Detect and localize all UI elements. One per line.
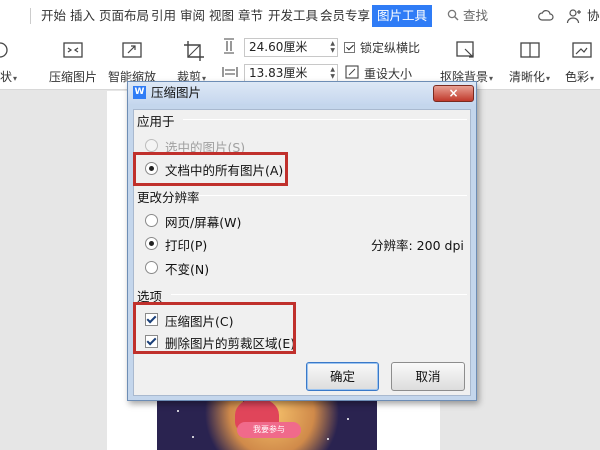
group-divider xyxy=(171,294,467,295)
sharpen-button[interactable]: 清晰化▾ xyxy=(509,68,550,85)
height-spinner[interactable]: ▲ ▼ xyxy=(330,40,335,54)
compress-picture-icon[interactable] xyxy=(62,40,84,60)
shape-icon[interactable] xyxy=(0,40,12,60)
dialog-close-button[interactable]: × xyxy=(433,85,474,102)
poster-star xyxy=(177,410,179,412)
poster-star xyxy=(327,438,329,440)
option-print-label[interactable]: 打印(P) xyxy=(165,235,207,254)
tab-references[interactable]: 引用 xyxy=(151,0,176,32)
apply-to-group-label: 应用于 xyxy=(137,114,175,129)
tab-page-layout[interactable]: 页面布局 xyxy=(99,0,149,32)
poster-star xyxy=(192,436,194,438)
remove-background-icon[interactable] xyxy=(455,40,477,60)
width-dimension-icon xyxy=(222,65,238,82)
color-button[interactable]: 色彩▾ xyxy=(565,68,594,85)
radio-no-change[interactable] xyxy=(145,261,158,274)
radio-all-pictures[interactable] xyxy=(145,162,158,175)
poster-cta-button: 我要参与 xyxy=(237,422,301,438)
reset-size-button[interactable]: 重设大小 xyxy=(364,65,412,82)
ribbon-tab-bar: 开始 插入 页面布局 引用 审阅 视图 章节 开发工具 会员专享 图片工具 查找… xyxy=(0,0,600,32)
reset-size-icon[interactable] xyxy=(345,65,359,82)
poster-image[interactable]: 我要参与 xyxy=(157,398,377,450)
crop-icon[interactable] xyxy=(183,40,205,62)
shape-button[interactable]: 形状▾ xyxy=(0,68,17,85)
option-web-screen-label[interactable]: 网页/屏幕(W) xyxy=(165,212,241,231)
tab-home[interactable]: 开始 xyxy=(41,0,66,32)
options-group-label: 选项 xyxy=(137,289,163,304)
search-label: 查找 xyxy=(463,8,489,23)
tab-member[interactable]: 会员专享 xyxy=(320,0,370,32)
tab-review[interactable]: 审阅 xyxy=(180,0,205,32)
checkbox-compress-pictures-label[interactable]: 压缩图片(C) xyxy=(165,311,233,330)
cancel-button[interactable]: 取消 xyxy=(391,362,465,391)
lock-ratio-label[interactable]: 锁定纵横比 xyxy=(360,39,420,56)
color-icon[interactable] xyxy=(571,40,593,60)
lock-ratio-checkbox[interactable] xyxy=(344,42,355,53)
tab-insert[interactable]: 插入 xyxy=(70,0,95,32)
height-input[interactable]: 24.60厘米 ▲ ▼ xyxy=(244,38,338,57)
group-divider xyxy=(199,195,467,196)
option-selected-pictures-label[interactable]: 选中的图片(S) xyxy=(165,137,245,156)
tab-chapter[interactable]: 章节 xyxy=(238,0,263,32)
resolution-value-label: 分辨率: 200 dpi xyxy=(371,238,464,253)
dialog-title-bar[interactable]: W 压缩图片 xyxy=(128,82,476,104)
checkbox-compress-pictures[interactable] xyxy=(145,313,158,326)
smart-zoom-icon[interactable] xyxy=(121,40,143,60)
group-divider xyxy=(183,119,467,120)
tab-view[interactable]: 视图 xyxy=(209,0,234,32)
checkbox-delete-cropped-areas-label[interactable]: 删除图片的剪裁区域(E) xyxy=(165,333,295,352)
poster-star xyxy=(347,418,349,420)
ok-button[interactable]: 确定 xyxy=(306,362,379,391)
cloud-sync-icon[interactable] xyxy=(538,8,554,27)
user-icon[interactable] xyxy=(566,8,582,27)
tab-picture-tools[interactable]: 图片工具 xyxy=(372,5,433,27)
resolution-group-label: 更改分辨率 xyxy=(137,190,200,205)
dialog-title: 压缩图片 xyxy=(151,85,202,100)
search-box[interactable]: 查找 xyxy=(447,0,488,32)
radio-web-screen[interactable] xyxy=(145,214,158,227)
compress-picture-button[interactable]: 压缩图片 xyxy=(49,68,97,85)
width-spinner[interactable]: ▲ ▼ xyxy=(330,66,335,80)
option-no-change-label[interactable]: 不变(N) xyxy=(165,259,209,278)
height-dimension-icon xyxy=(222,38,236,57)
checkbox-delete-cropped-areas[interactable] xyxy=(145,335,158,348)
tab-developer[interactable]: 开发工具 xyxy=(268,0,318,32)
wps-writer-icon: W xyxy=(133,86,146,99)
sharpen-icon[interactable] xyxy=(519,40,541,60)
collab-label[interactable]: 协作 xyxy=(587,0,600,32)
radio-print[interactable] xyxy=(145,237,158,250)
option-all-pictures-label[interactable]: 文档中的所有图片(A) xyxy=(165,160,283,179)
radio-selected-pictures[interactable] xyxy=(145,139,158,152)
search-icon xyxy=(447,1,459,33)
tab-separator xyxy=(30,8,31,24)
